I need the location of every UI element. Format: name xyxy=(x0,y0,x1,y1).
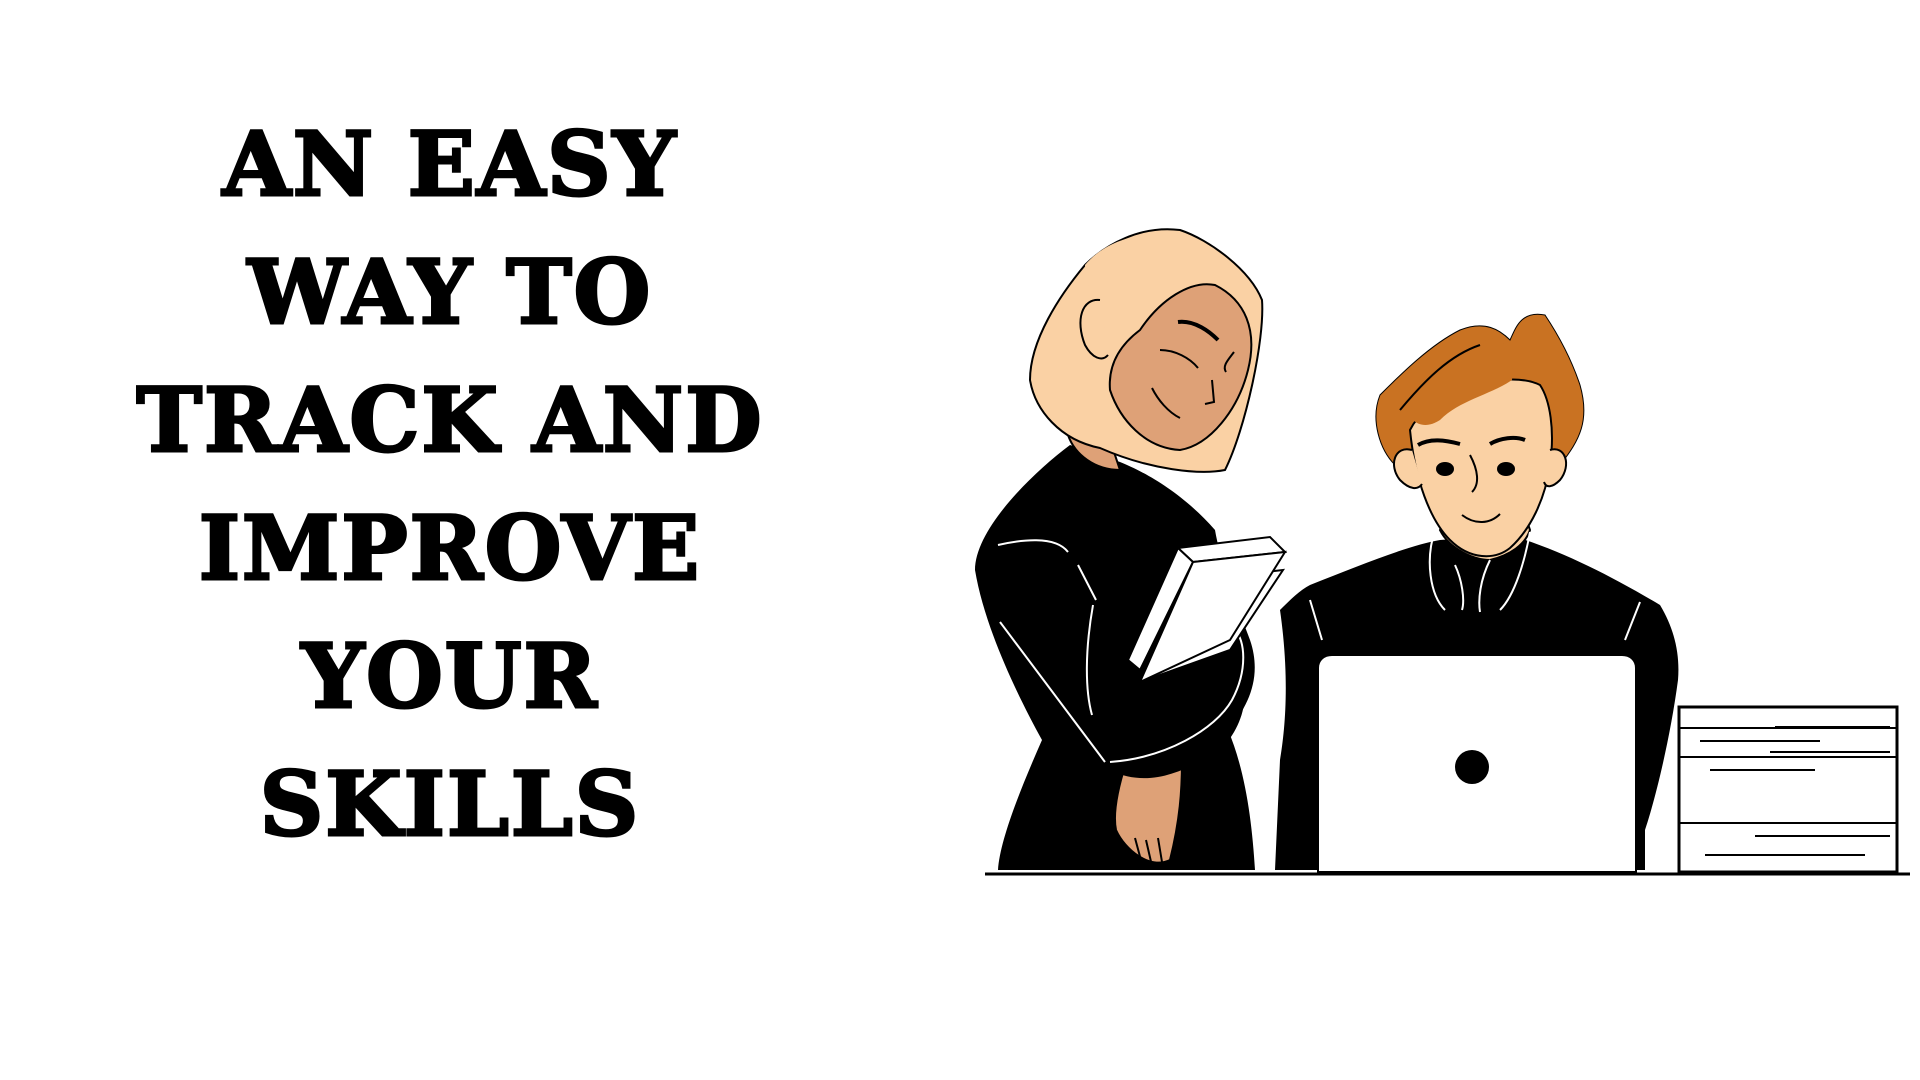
headline-line: AN EASY xyxy=(221,111,678,218)
laptop xyxy=(1317,654,1637,873)
headline-line: IMPROVE xyxy=(197,495,702,602)
headline-line: TRACK AND xyxy=(135,367,764,474)
headline-line: WAY TO xyxy=(246,239,653,346)
laptop-logo-icon xyxy=(1455,750,1489,784)
headline: AN EASY WAY TO TRACK AND IMPROVE YOUR SK… xyxy=(110,100,790,868)
headline-line: SKILLS xyxy=(258,751,641,858)
woman-figure xyxy=(975,228,1288,870)
headline-line: YOUR xyxy=(300,623,599,730)
filing-drawer xyxy=(1677,705,1899,874)
people-at-laptop-illustration xyxy=(975,228,1910,876)
